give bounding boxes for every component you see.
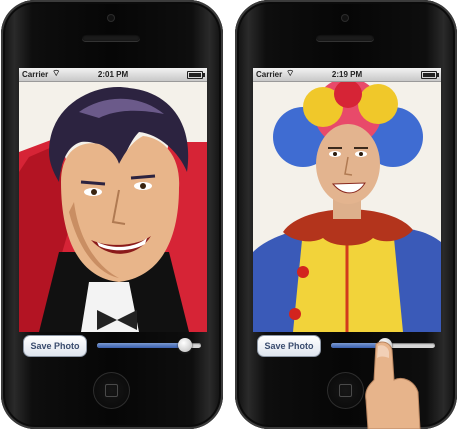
battery-icon	[421, 71, 439, 79]
slider-thumb[interactable]	[178, 338, 193, 352]
screen: Carrier ⌔ 2:19 PM	[253, 68, 441, 332]
status-bar: Carrier ⌔ 2:19 PM	[253, 68, 441, 82]
vampire-photo	[19, 82, 207, 332]
front-camera-icon	[341, 14, 349, 22]
speaker-grille	[82, 34, 140, 41]
iphone-right: Carrier ⌔ 2:19 PM Save Photo	[235, 0, 457, 429]
status-bar: Carrier ⌔ 2:01 PM	[19, 68, 207, 82]
iphone-left: Carrier ⌔ 2:01 PM Save Photo	[1, 0, 223, 429]
battery-icon	[187, 71, 205, 79]
screen: Carrier ⌔ 2:01 PM	[19, 68, 207, 332]
home-button[interactable]	[327, 372, 364, 409]
home-button[interactable]	[93, 372, 130, 409]
blend-slider[interactable]	[97, 338, 201, 352]
slider-fill	[97, 343, 186, 348]
speaker-grille	[316, 34, 374, 41]
save-photo-button[interactable]: Save Photo	[23, 335, 87, 357]
clock-time: 2:19 PM	[331, 70, 363, 79]
clock-time: 2:01 PM	[97, 70, 129, 79]
clown-photo	[253, 82, 441, 332]
front-camera-icon	[107, 14, 115, 22]
finger-pointer-icon	[365, 341, 421, 429]
save-photo-button[interactable]: Save Photo	[257, 335, 321, 357]
controls-bar: Save Photo	[19, 334, 207, 358]
